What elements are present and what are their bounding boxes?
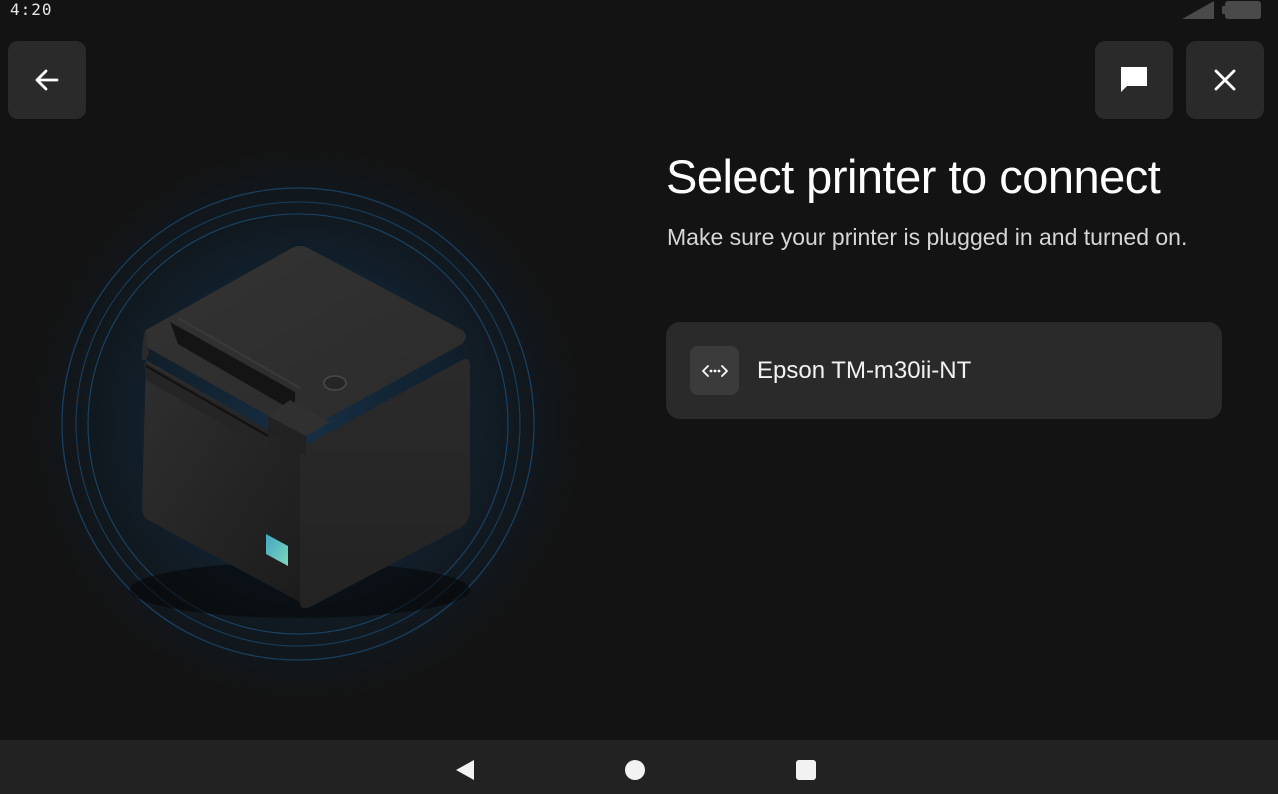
printer-name: Epson TM-m30ii-NT — [757, 357, 972, 384]
chat-button[interactable] — [1095, 41, 1173, 119]
printer-select-screen: 4:20 Select printer to connect Make sure… — [0, 0, 1278, 794]
nav-home-icon[interactable] — [625, 760, 645, 780]
status-bar: 4:20 — [0, 0, 1278, 22]
close-button[interactable] — [1186, 41, 1264, 119]
battery-icon — [1222, 1, 1261, 19]
printer-icon-box — [690, 346, 739, 395]
status-time: 4:20 — [10, 0, 53, 19]
printer-list-item[interactable]: Epson TM-m30ii-NT — [666, 322, 1222, 419]
close-icon — [1214, 69, 1236, 91]
page-title: Select printer to connect — [666, 150, 1161, 203]
signal-icon — [1182, 1, 1214, 19]
page-subtitle: Make sure your printer is plugged in and… — [667, 224, 1188, 250]
back-button[interactable] — [8, 41, 86, 119]
arrow-left-icon — [35, 69, 59, 91]
network-connection-icon — [701, 364, 728, 377]
chat-bubble-icon — [1121, 67, 1147, 92]
nav-recents-icon[interactable] — [796, 760, 816, 780]
nav-back-icon[interactable] — [455, 760, 475, 780]
navigation-bar — [0, 740, 1278, 794]
printer-illustration — [16, 134, 596, 714]
